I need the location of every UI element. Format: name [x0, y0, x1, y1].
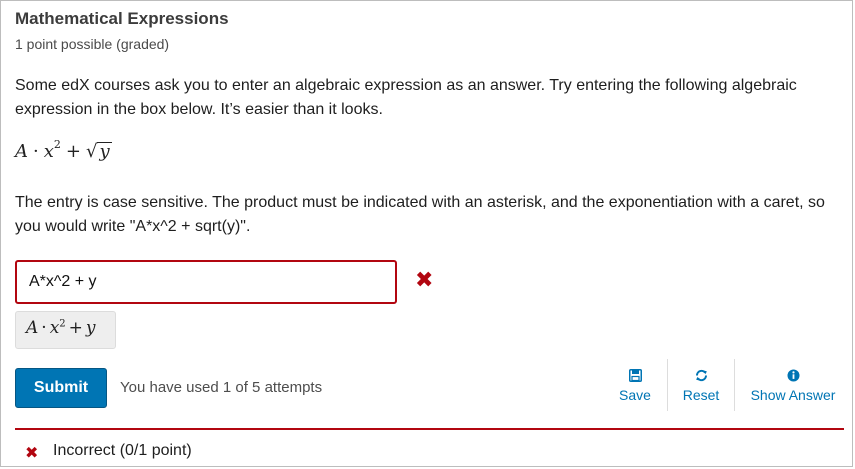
math-var-x: x — [43, 141, 54, 162]
math-var-y: y — [97, 141, 112, 162]
preview-exponent: 2 — [59, 318, 66, 330]
action-divider — [667, 359, 668, 411]
attempts-counter: You have used 1 of 5 attempts — [120, 379, 323, 396]
preview-plus: + — [68, 318, 83, 338]
action-divider — [734, 359, 735, 411]
radical-sign: √ — [85, 141, 98, 162]
save-button[interactable]: Save — [613, 369, 657, 403]
refresh-icon — [677, 369, 725, 385]
answer-input[interactable] — [15, 260, 397, 304]
submit-button[interactable]: Submit — [15, 368, 107, 408]
reset-label: Reset — [682, 387, 720, 403]
result-message: Incorrect (0/1 point) — [53, 442, 192, 459]
math-dot: · — [33, 141, 39, 162]
math-plus: + — [65, 141, 81, 162]
problem-points: 1 point possible (graded) — [15, 36, 170, 52]
preview-var-x: x — [49, 318, 60, 338]
math-sqrt: √ y — [86, 141, 112, 162]
show-answer-button[interactable]: Show Answer — [743, 369, 843, 403]
problem-container: Mathematical Expressions 1 point possibl… — [0, 0, 853, 467]
result-incorrect-icon: ✖ — [25, 445, 39, 462]
problem-intro: Some edX courses ask you to enter an alg… — [15, 77, 797, 118]
math-exponent: 2 — [53, 138, 61, 151]
problem-instructions: The entry is case sensitive. The product… — [15, 194, 825, 235]
math-var-a: A — [15, 141, 28, 162]
show-answer-label: Show Answer — [750, 387, 836, 403]
incorrect-x-icon: ✖ — [415, 267, 434, 292]
expression-preview: A · x2 + y — [15, 311, 116, 349]
info-icon — [743, 369, 843, 385]
floppy-disk-icon — [613, 369, 657, 385]
result-divider — [15, 428, 844, 430]
save-label: Save — [619, 387, 651, 403]
problem-title: Mathematical Expressions — [15, 9, 229, 28]
preview-dot: · — [41, 318, 47, 338]
preview-var-a: A — [26, 318, 39, 338]
preview-var-y: y — [85, 318, 96, 338]
reset-button[interactable]: Reset — [677, 369, 725, 403]
target-expression: A · x2 + √ y — [15, 138, 112, 162]
